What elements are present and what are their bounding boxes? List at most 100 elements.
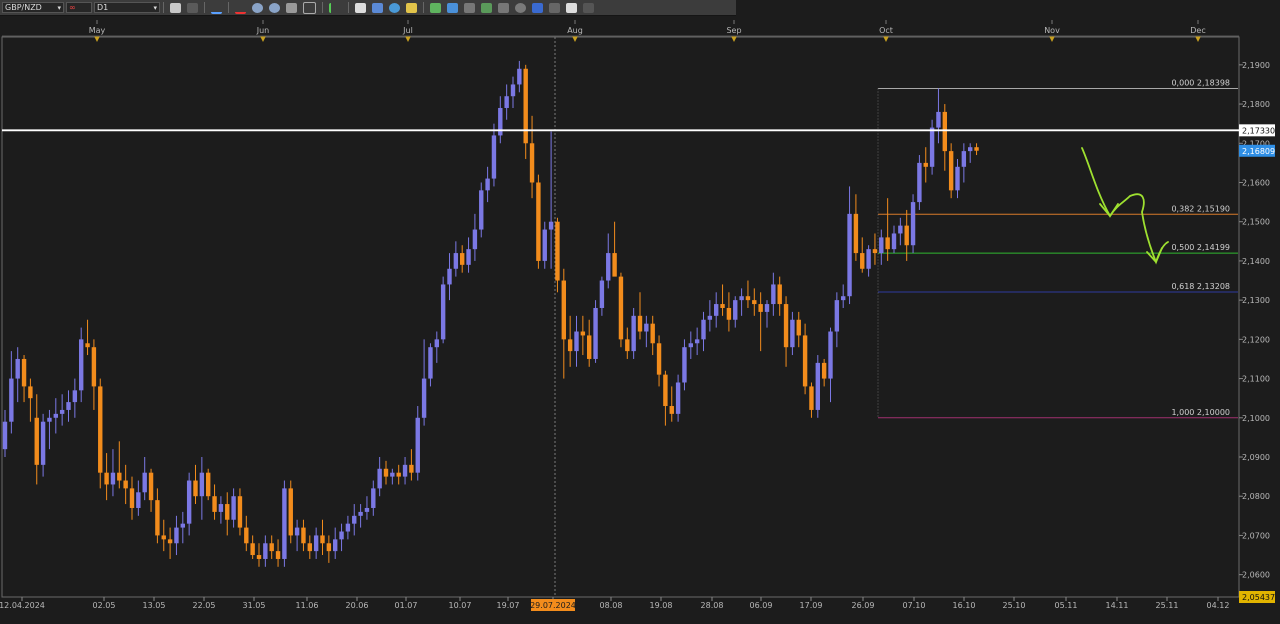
candle-body <box>904 225 909 246</box>
low-price-label: 2,05437 <box>1242 593 1275 602</box>
zoom-out-icon[interactable] <box>269 2 280 13</box>
indicator-icon[interactable] <box>430 2 441 13</box>
candle-body <box>288 488 293 536</box>
candle-body <box>764 304 770 312</box>
date-label: 28.08 <box>701 601 724 610</box>
candle-body <box>110 472 116 485</box>
candle-body <box>885 237 890 250</box>
objects-icon[interactable] <box>532 2 543 13</box>
date-label: 14.11 <box>1106 601 1129 610</box>
candle-body <box>193 480 198 497</box>
candle-body <box>142 472 147 493</box>
pencil-icon[interactable] <box>406 2 417 13</box>
crosshair-icon[interactable] <box>303 1 316 14</box>
candle-body <box>409 464 414 473</box>
fib-level-label: 1,000 2,10000 <box>1171 408 1230 417</box>
candle-body <box>21 358 27 387</box>
date-label: 25.11 <box>1156 601 1179 610</box>
candle-body <box>136 492 141 508</box>
settings-icon[interactable] <box>464 2 475 13</box>
eraser-icon[interactable] <box>566 2 577 13</box>
timeframe-select[interactable]: D1 ▾ <box>94 2 160 13</box>
history-icon[interactable] <box>549 2 560 13</box>
line-tool-icon[interactable] <box>329 2 342 13</box>
candle-body <box>498 107 503 136</box>
candle-body <box>631 315 636 352</box>
timeframe-value: D1 <box>97 3 109 12</box>
date-label: 13.05 <box>143 601 166 610</box>
text-tool-icon[interactable] <box>355 2 366 13</box>
candle-body <box>402 464 408 477</box>
date-label: 19.07 <box>497 601 520 610</box>
candle-body <box>663 374 668 407</box>
candle-body <box>250 543 255 556</box>
autoscroll-icon[interactable] <box>286 2 297 13</box>
candle-body <box>244 527 249 544</box>
template-icon[interactable] <box>447 2 458 13</box>
zoom-in-icon[interactable] <box>252 2 263 13</box>
grid-icon[interactable] <box>481 2 492 13</box>
price-label: 2,0800 <box>1242 492 1270 501</box>
candle-body <box>955 166 960 191</box>
candle-body <box>752 300 757 305</box>
month-label: Sep <box>726 26 741 35</box>
date-label: 12.04.2024 <box>0 601 45 610</box>
candle-body <box>491 135 497 179</box>
chat-icon[interactable] <box>372 2 383 13</box>
candle-body <box>339 531 344 540</box>
price-label: 2,1800 <box>1242 100 1270 109</box>
fibonacci-icon[interactable] <box>498 2 509 13</box>
candle-body <box>593 307 598 359</box>
price-chart[interactable]: May Jun Jul Aug Sep Oct Nov Dec 2,0600 2,0700 2,0… <box>0 16 1280 624</box>
date-label: 31.05 <box>243 601 266 610</box>
fib-level-label: 0,382 2,15190 <box>1171 204 1230 213</box>
candle-body <box>104 472 109 485</box>
price-label: 2,0700 <box>1242 531 1270 540</box>
link-icon: ∞ <box>69 3 76 12</box>
candle-body <box>790 319 795 348</box>
price-label: 2,1900 <box>1242 61 1270 70</box>
candle-body <box>415 417 420 473</box>
clock-icon[interactable] <box>515 2 526 13</box>
candle-body <box>79 339 84 391</box>
date-label: 04.12 <box>1207 601 1230 610</box>
candle-body <box>936 111 941 128</box>
candle-body <box>637 315 643 332</box>
price-label: 2,1200 <box>1242 335 1270 344</box>
more-icon[interactable] <box>583 2 594 13</box>
candle-body <box>326 543 332 552</box>
candle-body <box>599 280 605 308</box>
candle-body <box>2 421 8 450</box>
candle-body <box>352 515 357 524</box>
toolbar-separator <box>423 2 424 13</box>
price-label: 2,1100 <box>1242 375 1270 384</box>
candle-type-icon[interactable] <box>170 2 181 13</box>
candle-body <box>898 225 903 234</box>
candle-body <box>948 151 954 191</box>
candle-body <box>231 496 236 520</box>
candle-body <box>148 472 154 501</box>
symbol-select[interactable]: GBP/NZD ▾ <box>2 2 64 13</box>
toolbar: GBP/NZD ▾ ∞ D1 ▾ <box>0 0 736 16</box>
candle-body <box>923 162 928 167</box>
bars-icon[interactable] <box>187 2 198 13</box>
candle-body <box>669 406 674 414</box>
candle-body <box>618 276 624 340</box>
candle-body <box>644 323 649 332</box>
candle-body <box>282 488 287 559</box>
toolbar-separator <box>204 2 205 13</box>
chevron-down-icon: ▾ <box>57 3 61 12</box>
candle-body <box>161 535 166 540</box>
candle-body <box>815 362 820 410</box>
candle-body <box>745 296 751 301</box>
ask-line-icon[interactable] <box>235 2 246 14</box>
candle-body <box>59 409 65 414</box>
chart-style-select[interactable]: ∞ <box>66 2 92 13</box>
circle-tool-icon[interactable] <box>389 2 400 13</box>
date-label: 06.09 <box>750 601 773 610</box>
candle-body <box>910 202 916 246</box>
candle-body <box>866 249 871 269</box>
period-separator-icon[interactable] <box>211 2 222 14</box>
month-label: Oct <box>879 26 893 35</box>
candle-body <box>53 413 58 418</box>
